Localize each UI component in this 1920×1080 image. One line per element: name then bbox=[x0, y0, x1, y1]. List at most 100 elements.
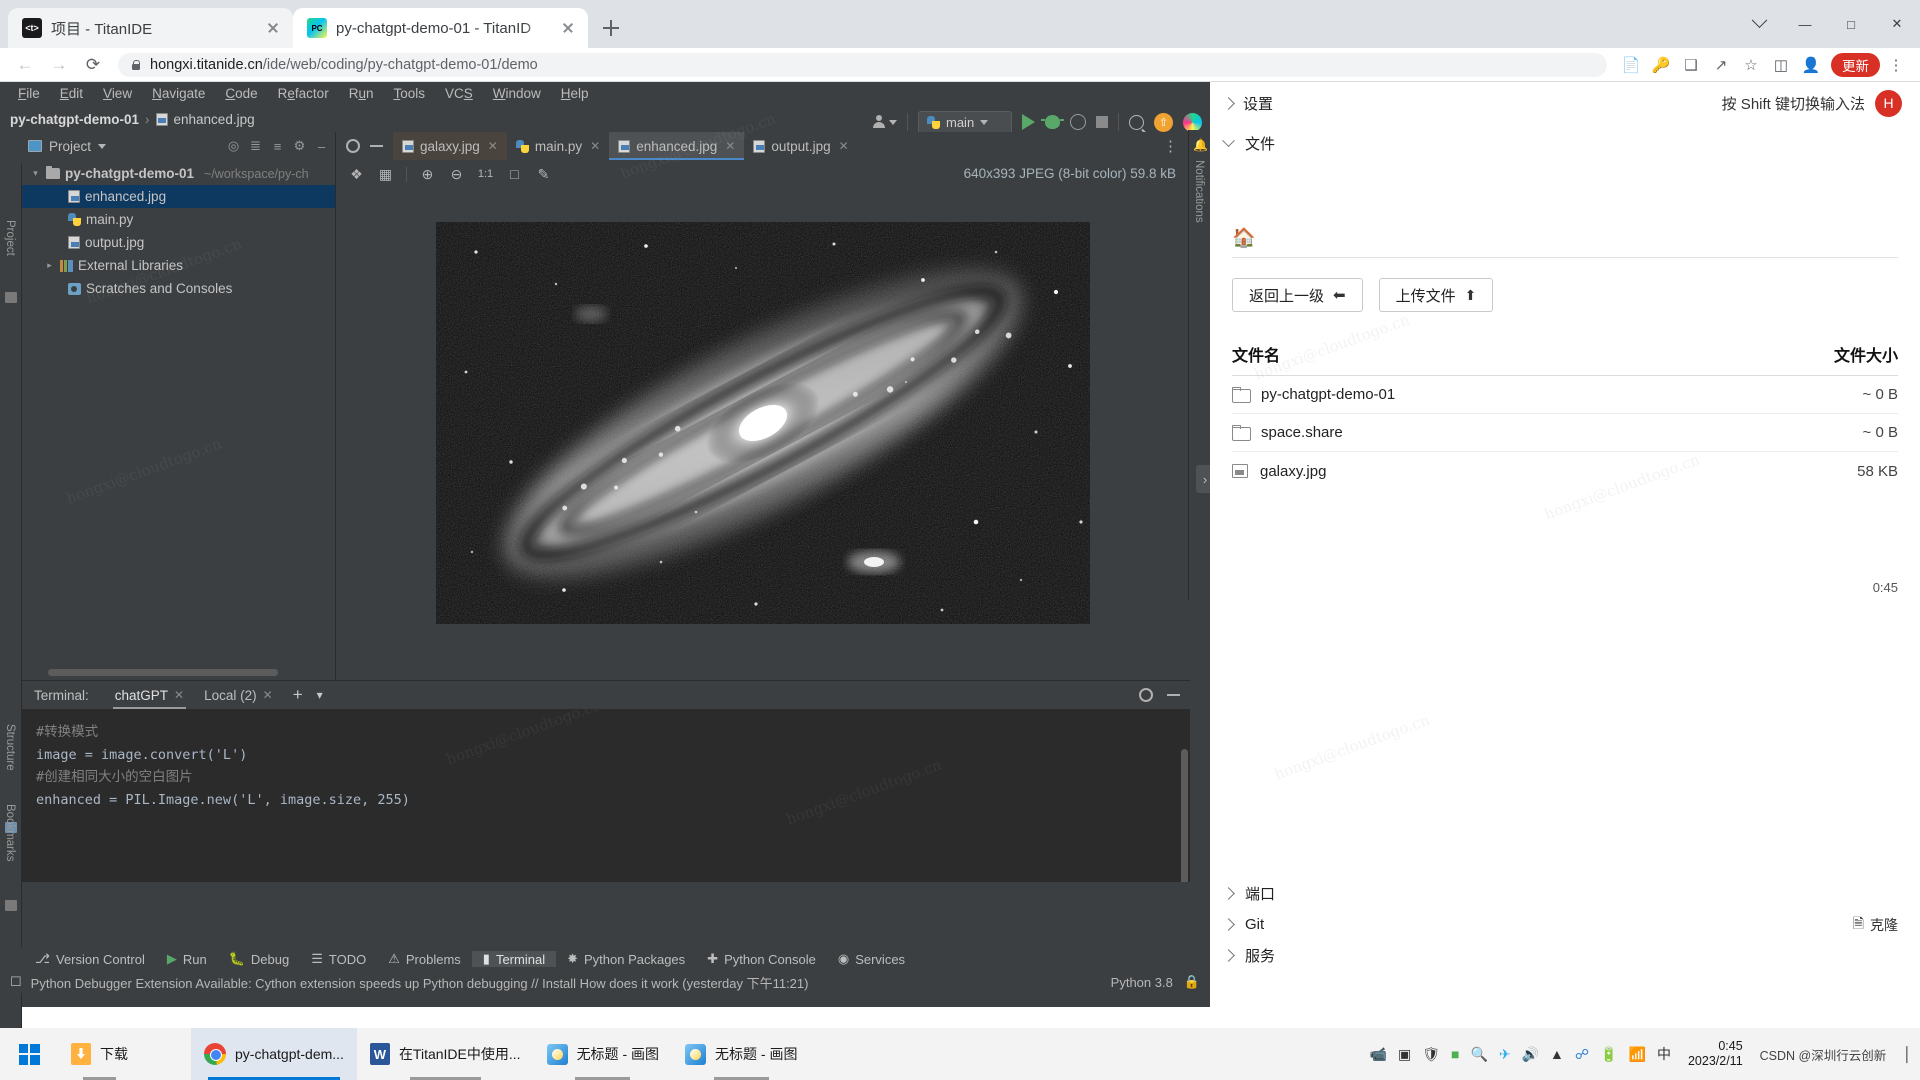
avatar[interactable]: H bbox=[1875, 89, 1902, 117]
terminal-tab-chatgpt[interactable]: chatGPT ✕ bbox=[105, 681, 194, 709]
tool-terminal[interactable]: ▮ Terminal bbox=[471, 951, 557, 967]
chevron-right-icon[interactable]: ▸ bbox=[44, 260, 55, 271]
table-row[interactable]: py-chatgpt-demo-01 ~ 0 B bbox=[1232, 376, 1898, 414]
taskbar-item-downloads[interactable]: 下载 bbox=[58, 1028, 141, 1080]
lock-icon[interactable]: 🔒 bbox=[1184, 974, 1200, 990]
tree-root[interactable]: ▾ py-chatgpt-demo-01 ~/workspace/py-ch bbox=[22, 162, 335, 185]
tool-python-console[interactable]: ✚ Python Console bbox=[696, 951, 827, 967]
search-icon[interactable] bbox=[1129, 114, 1144, 130]
forward-icon[interactable]: → bbox=[44, 50, 74, 80]
browser-tab-1[interactable]: <t> 项目 - TitanIDE bbox=[8, 8, 293, 48]
maximize-button[interactable]: □ bbox=[1828, 0, 1874, 48]
terminal-output[interactable]: #转换模式 image = image.convert('L') #创建相同大小… bbox=[22, 709, 1190, 882]
transparency-chessboard-icon[interactable]: □ bbox=[506, 166, 523, 183]
bluetooth-icon[interactable]: ☍ bbox=[1575, 1046, 1589, 1063]
color-picker-icon[interactable]: ✎ bbox=[535, 166, 552, 183]
actual-size-label[interactable]: 1:1 bbox=[477, 166, 494, 183]
shield-icon[interactable]: 🛡 bbox=[1422, 1046, 1440, 1063]
sidebar-icon[interactable]: ◫ bbox=[1767, 51, 1795, 79]
reload-icon[interactable]: ⟳ bbox=[78, 50, 108, 80]
taskbar-item-chrome[interactable]: py-chatgpt-dem... bbox=[191, 1028, 357, 1080]
section-ports[interactable]: 端口 bbox=[1222, 878, 1920, 909]
coverage-icon[interactable] bbox=[1070, 114, 1086, 130]
reading-list-icon[interactable]: 📄 bbox=[1617, 51, 1645, 79]
update-available-icon[interactable]: ⇧ bbox=[1154, 112, 1173, 132]
search-tray-icon[interactable]: 🔍 bbox=[1470, 1046, 1487, 1063]
tree-item-scratches[interactable]: Scratches and Consoles bbox=[22, 277, 335, 300]
tool-problems[interactable]: ⚠ Problems bbox=[377, 951, 472, 967]
chevron-down-icon[interactable] bbox=[1222, 133, 1235, 147]
network-icon[interactable]: 📶 bbox=[1629, 1046, 1646, 1063]
menu-refactor[interactable]: Refactor bbox=[268, 82, 339, 106]
user-menu[interactable] bbox=[872, 115, 897, 129]
clock[interactable]: 0:45 2023/2/11 bbox=[1682, 1039, 1749, 1069]
hide-editor-icon[interactable] bbox=[370, 145, 383, 147]
chevron-down-icon[interactable] bbox=[1736, 0, 1782, 48]
chevron-right-icon[interactable] bbox=[1222, 949, 1235, 962]
breadcrumb-project[interactable]: py-chatgpt-demo-01 bbox=[10, 112, 139, 127]
close-icon[interactable]: ✕ bbox=[488, 139, 498, 153]
rail-structure-label[interactable]: Structure bbox=[4, 724, 16, 771]
debug-icon[interactable] bbox=[1041, 115, 1064, 129]
project-panel-title[interactable]: Project bbox=[49, 139, 91, 154]
titanide-logo-icon[interactable] bbox=[1183, 112, 1202, 132]
menu-vcs[interactable]: VCS bbox=[435, 82, 483, 106]
gear-icon[interactable] bbox=[346, 139, 360, 153]
back-button[interactable]: 返回上一级 ⬅ bbox=[1232, 278, 1363, 312]
translate-icon[interactable]: ❑ bbox=[1677, 51, 1705, 79]
editor-tab-enhanced[interactable]: enhanced.jpg ✕ bbox=[609, 132, 745, 160]
profile-icon[interactable]: 👤 bbox=[1797, 51, 1825, 79]
fit-to-window-icon[interactable]: ❖ bbox=[348, 166, 365, 183]
zoom-in-icon[interactable]: ⊕ bbox=[419, 166, 436, 183]
chevron-up-icon[interactable]: ▲ bbox=[1550, 1046, 1564, 1062]
table-row[interactable]: space.share ~ 0 B bbox=[1232, 414, 1898, 452]
tree-item-enhanced[interactable]: enhanced.jpg bbox=[22, 185, 335, 208]
chevron-down-icon[interactable]: ▾ bbox=[317, 688, 323, 702]
table-row[interactable]: galaxy.jpg 58 KB bbox=[1232, 452, 1898, 490]
browser-menu-icon[interactable]: ⋮ bbox=[1882, 51, 1910, 79]
rail-extra-icon[interactable] bbox=[5, 900, 17, 911]
editor-tab-galaxy[interactable]: galaxy.jpg ✕ bbox=[393, 132, 507, 160]
rail-project-label[interactable]: Project bbox=[4, 220, 16, 256]
locate-icon[interactable]: ◎ bbox=[226, 138, 241, 154]
menu-run[interactable]: Run bbox=[339, 82, 384, 106]
app-green-icon[interactable]: ■ bbox=[1451, 1046, 1459, 1062]
key-icon[interactable]: 🔑 bbox=[1647, 51, 1675, 79]
volume-icon[interactable]: 🔊 bbox=[1522, 1046, 1539, 1063]
clone-button[interactable]: 🗎 克隆 bbox=[1853, 913, 1898, 937]
notifications-label[interactable]: Notifications bbox=[1193, 160, 1205, 223]
close-icon[interactable]: ✕ bbox=[263, 688, 273, 702]
editor-tab-options-icon[interactable]: ⋮ bbox=[1151, 137, 1190, 155]
menu-view[interactable]: View bbox=[93, 82, 142, 106]
tree-item-main[interactable]: main.py bbox=[22, 208, 335, 231]
tool-version-control[interactable]: ⎇ Version Control bbox=[24, 951, 156, 967]
chevron-right-icon[interactable] bbox=[1222, 887, 1235, 900]
close-window-button[interactable]: ✕ bbox=[1874, 0, 1920, 48]
collapse-all-icon[interactable]: ≡ bbox=[270, 139, 285, 154]
update-button[interactable]: 更新 bbox=[1831, 52, 1880, 77]
gear-icon[interactable]: ⚙ bbox=[292, 138, 307, 154]
menu-code[interactable]: Code bbox=[215, 82, 267, 106]
minimize-button[interactable]: — bbox=[1782, 0, 1828, 48]
hide-terminal-icon[interactable] bbox=[1167, 694, 1180, 696]
taskbar-item-paint-2[interactable]: 无标题 - 画图 bbox=[672, 1028, 810, 1080]
close-icon[interactable]: ✕ bbox=[590, 139, 600, 153]
breadcrumb[interactable]: 🏠 bbox=[1232, 218, 1898, 258]
menu-navigate[interactable]: Navigate bbox=[142, 82, 215, 106]
section-services[interactable]: 服务 bbox=[1222, 940, 1920, 971]
meeting-icon[interactable]: 📹 bbox=[1370, 1046, 1387, 1063]
terminal-tab-local[interactable]: Local (2) ✕ bbox=[194, 681, 283, 709]
gear-icon[interactable] bbox=[1139, 688, 1153, 702]
ime-icon[interactable]: 中 bbox=[1657, 1044, 1671, 1064]
zoom-out-icon[interactable]: ⊖ bbox=[448, 166, 465, 183]
tree-item-external-libraries[interactable]: ▸ External Libraries bbox=[22, 254, 335, 277]
close-icon[interactable] bbox=[263, 18, 283, 38]
new-tab-button[interactable] bbox=[594, 11, 628, 45]
close-icon[interactable]: ✕ bbox=[839, 139, 849, 153]
close-icon[interactable] bbox=[558, 18, 578, 38]
terminal-scrollbar[interactable] bbox=[1181, 749, 1188, 882]
chevron-down-icon[interactable] bbox=[98, 143, 107, 149]
run-icon[interactable] bbox=[1022, 114, 1035, 130]
tool-debug[interactable]: 🐛 Debug bbox=[218, 951, 301, 967]
project-panel-scrollbar[interactable] bbox=[48, 669, 278, 676]
